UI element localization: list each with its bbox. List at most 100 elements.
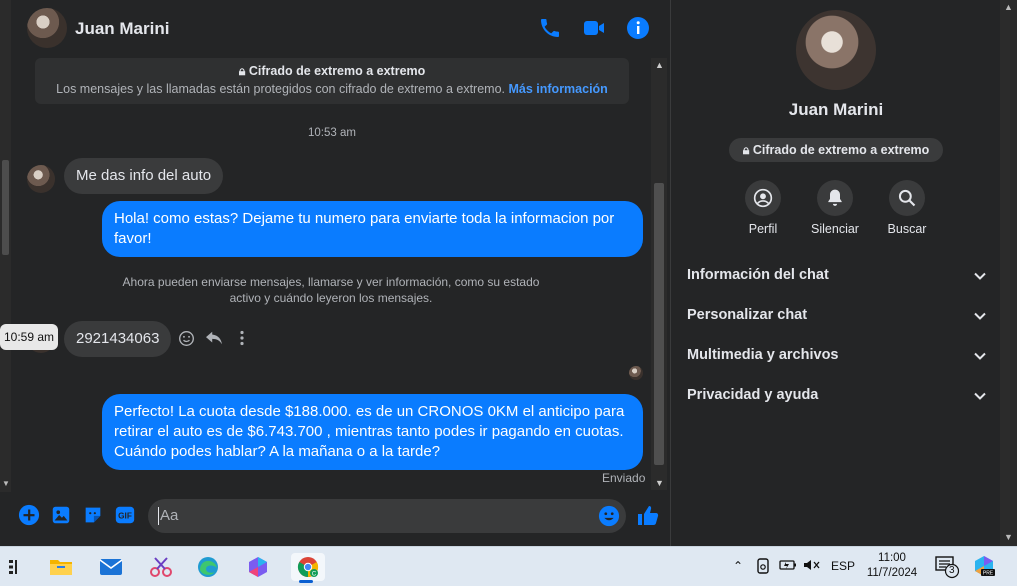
gif-icon[interactable]: GIF [114, 504, 136, 526]
volume-muted-icon[interactable] [803, 558, 821, 575]
task-view-icon [9, 560, 17, 574]
seen-indicator-avatar [629, 366, 643, 380]
message-bubble-outgoing[interactable]: Hola! como estas? Dejame tu numero para … [102, 201, 643, 257]
phone-icon[interactable] [538, 16, 562, 40]
encryption-pill[interactable]: 🔒︎ Cifrado de extremo a extremo [729, 138, 943, 162]
profile-button[interactable]: Perfil [728, 180, 798, 236]
taskbar-clock[interactable]: 11:00 11/7/2024 [862, 551, 922, 581]
chrome-browser-button[interactable]: C [291, 553, 325, 583]
page-scroll-down-arrow[interactable]: ▼ [1004, 532, 1013, 542]
emoji-icon[interactable] [598, 505, 620, 527]
search-button[interactable]: Buscar [872, 180, 942, 236]
chat-header: Juan Marini [11, 0, 670, 56]
chrome-icon: C [297, 557, 319, 578]
contact-avatar[interactable] [27, 8, 67, 48]
chevron-down-icon [974, 312, 986, 320]
notifications-button[interactable]: 3 [935, 555, 961, 582]
left-scroll-down-arrow[interactable]: ▼ [2, 479, 10, 488]
snipping-tool-button[interactable] [146, 553, 176, 581]
speaker-icon [804, 560, 820, 570]
copilot-icon [249, 557, 267, 577]
copilot-preview-button[interactable]: PRE [973, 555, 995, 580]
svg-text:GIF: GIF [118, 512, 132, 521]
contact-avatar-small[interactable] [27, 165, 55, 193]
message-timestamp: 10:53 am [308, 127, 356, 139]
chat-scrollbar[interactable]: ▲ ▼ [651, 58, 667, 490]
task-view-button[interactable] [0, 553, 30, 581]
chat-scroll-up-arrow[interactable]: ▲ [655, 60, 664, 70]
more-info-link[interactable]: Más información [509, 82, 608, 96]
edge-browser-button[interactable] [193, 553, 223, 581]
mute-button-label: Silenciar [811, 222, 859, 236]
message-input[interactable]: Aa [148, 499, 626, 533]
encryption-title: Cifrado de extremo a extremo [248, 64, 426, 78]
message-input-placeholder: Aa [160, 507, 179, 524]
folder-icon [50, 560, 72, 575]
section-label: Personalizar chat [687, 307, 808, 323]
file-explorer-button[interactable] [46, 553, 76, 581]
profile-avatar[interactable] [796, 10, 876, 90]
more-options-icon[interactable] [232, 328, 252, 348]
clock-time: 11:00 [878, 552, 906, 564]
message-time-tooltip: 10:59 am [0, 324, 59, 350]
encryption-pill-label: Cifrado de extremo a extremo [752, 143, 930, 157]
text-caret [158, 507, 159, 525]
chat-panel: Juan Marini 🔒︎ Cifrado de extremo a extr… [0, 0, 670, 546]
reply-icon[interactable] [204, 328, 224, 348]
section-label: Información del chat [687, 267, 829, 283]
contact-name[interactable]: Juan Marini [75, 19, 169, 39]
tray-chevron-up-icon[interactable]: ⌃ [733, 559, 743, 573]
sticker-icon[interactable] [82, 504, 104, 526]
profile-button-label: Perfil [748, 222, 778, 236]
encryption-body: Los mensajes y las llamadas están proteg… [56, 82, 506, 96]
chevron-down-icon [974, 352, 986, 360]
chat-scrollbar-thumb[interactable] [654, 183, 664, 465]
mail-button[interactable] [96, 553, 126, 581]
conversation-info-panel: Juan Marini 🔒︎ Cifrado de extremo a extr… [670, 0, 1000, 546]
video-call-icon[interactable] [582, 16, 606, 40]
message-composer: GIF Aa [11, 494, 670, 540]
search-icon [898, 189, 916, 207]
section-media-files[interactable]: Multimedia y archivos [687, 347, 987, 377]
language-indicator[interactable]: ESP [831, 559, 855, 573]
section-privacy-help[interactable]: Privacidad y ayuda [687, 387, 987, 417]
info-icon[interactable] [626, 16, 650, 40]
chevron-down-icon [974, 272, 986, 280]
messenger-window: ▼ Juan Marini 🔒︎ Cifrado de extremo a ex… [0, 0, 1017, 546]
message-actions [176, 328, 252, 348]
svg-text:PRE: PRE [983, 571, 994, 577]
left-scrollbar[interactable]: ▼ [0, 0, 11, 492]
message-bubble-outgoing[interactable]: Perfecto! La cuota desde $188.000. es de… [102, 394, 643, 470]
search-button-label: Buscar [887, 222, 927, 236]
gallery-icon[interactable] [50, 504, 72, 526]
clock-date: 11/7/2024 [866, 567, 918, 579]
notification-icon [935, 556, 960, 579]
copilot-button[interactable] [243, 553, 273, 581]
tray-app-icon[interactable] [756, 558, 770, 577]
chat-scroll-down-arrow[interactable]: ▼ [655, 478, 664, 488]
copilot-pre-icon: PRE [975, 556, 995, 577]
mute-button[interactable]: Silenciar [800, 180, 870, 236]
edge-icon [198, 557, 218, 577]
message-bubble-incoming[interactable]: 2921434063 [64, 321, 172, 357]
section-customize-chat[interactable]: Personalizar chat [687, 307, 987, 337]
battery-icon[interactable] [779, 558, 797, 575]
profile-icon [753, 188, 773, 208]
mail-icon [99, 559, 123, 575]
like-thumbs-up-icon[interactable] [636, 504, 660, 528]
section-chat-info[interactable]: Información del chat [687, 267, 987, 297]
svg-text:C: C [312, 572, 317, 578]
lock-icon: 🔒︎ [742, 143, 750, 157]
chevron-down-icon [974, 392, 986, 400]
lock-icon: 🔒︎ [238, 64, 246, 78]
plus-circle-icon[interactable] [18, 504, 40, 526]
page-scroll-up-arrow[interactable]: ▲ [1004, 2, 1013, 12]
sent-status: Enviado [602, 471, 646, 485]
page-scrollbar[interactable]: ▲ ▼ [1000, 0, 1017, 546]
profile-name: Juan Marini [788, 100, 884, 119]
react-emoji-icon[interactable] [176, 328, 196, 348]
message-bubble-incoming[interactable]: Me das info del auto [64, 158, 224, 194]
battery-plug-icon [779, 560, 796, 570]
scissors-icon [150, 557, 172, 577]
left-scrollbar-thumb[interactable] [2, 160, 9, 255]
